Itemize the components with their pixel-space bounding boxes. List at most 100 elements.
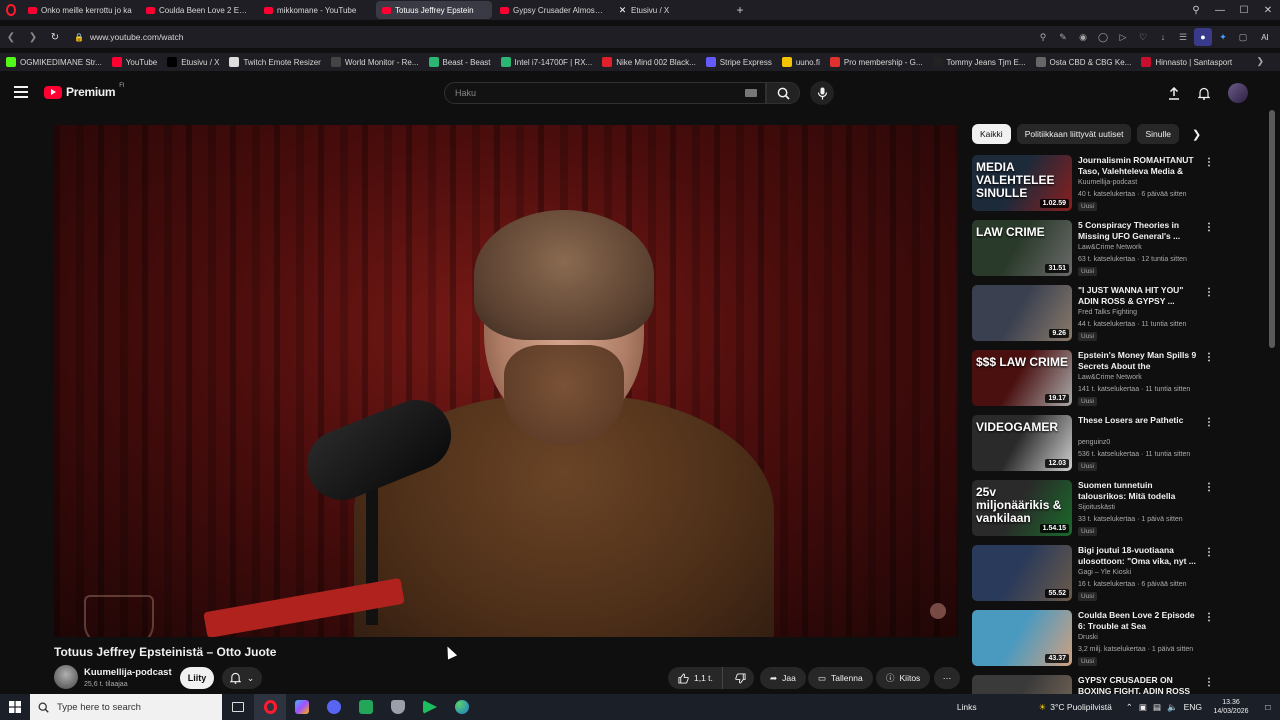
browser-tab[interactable]: Onko meille kerrottu jo ka	[22, 1, 138, 19]
bookmark-item[interactable]: Osta CBD & CBG Ke...	[1035, 57, 1131, 67]
join-button[interactable]: Liity	[180, 667, 214, 689]
subscribe-notify-button[interactable]: ⌄	[222, 667, 262, 689]
app-taskbar-icon[interactable]	[286, 694, 318, 720]
channel-avatar[interactable]	[54, 665, 78, 689]
bookmark-item[interactable]: Tommy Jeans Tjm E...	[932, 57, 1026, 67]
more-vertical-icon[interactable]: ⋮	[1204, 287, 1214, 298]
save-button[interactable]: ▭ Tallenna	[808, 667, 873, 689]
youtube-logo[interactable]: Premium FI	[44, 83, 125, 99]
recommended-video[interactable]: $$$ LAW CRIME 19.17 Epstein's Money Man Sp…	[972, 350, 1222, 410]
video-thumbnail[interactable]: 25v miljonäärikis & vankilaan 1.54.15	[972, 480, 1072, 536]
weather-text[interactable]: 3°C Puolipilvistä	[1050, 702, 1112, 712]
browser-tab[interactable]: Coulda Been Love 2 Episo	[140, 1, 256, 19]
filter-chip[interactable]: Sinulle	[1137, 124, 1179, 144]
recommended-video[interactable]: 9.26 "I JUST WANNA HIT YOU" ADIN ROSS & G…	[972, 285, 1222, 345]
keyboard-icon[interactable]	[745, 89, 757, 97]
links-toolbar[interactable]: Links	[957, 702, 977, 712]
opera-logo-icon[interactable]	[0, 0, 22, 20]
browser-tab[interactable]: mikkomane - YouTube	[258, 1, 374, 19]
more-vertical-icon[interactable]: ⋮	[1204, 677, 1214, 688]
more-vertical-icon[interactable]: ⋮	[1204, 222, 1214, 233]
dislike-button[interactable]	[728, 672, 754, 684]
clock[interactable]: 13.36 14/03/2026	[1206, 698, 1256, 716]
video-thumbnail[interactable]: 9.26	[972, 285, 1072, 341]
account-icon[interactable]: ●	[1194, 28, 1212, 46]
bookmark-item[interactable]: uuno.fi	[781, 57, 820, 67]
recommended-video-title[interactable]: "I JUST WANNA HIT YOU" ADIN ROSS & GYPSY…	[1078, 285, 1198, 307]
download-icon[interactable]: ↓	[1154, 28, 1172, 46]
url-field[interactable]: www.youtube.com/watch	[90, 32, 184, 42]
menu-icon[interactable]: ☰	[1174, 28, 1192, 46]
ai-button[interactable]: AI	[1254, 28, 1276, 46]
recommended-video-title[interactable]: Coulda Been Love 2 Episode 6: Trouble at…	[1078, 610, 1198, 632]
heart-icon[interactable]: ♡	[1134, 28, 1152, 46]
taskbar-search-input[interactable]: Type here to search	[30, 694, 222, 720]
lock-icon[interactable]: 🔒	[74, 33, 84, 42]
browser-tab[interactable]: ✕ Etusivu / X	[612, 1, 728, 19]
edge-taskbar-icon[interactable]	[446, 694, 478, 720]
forward-icon[interactable]: ❯	[22, 26, 44, 48]
video-thumbnail[interactable]: 55.52	[972, 545, 1072, 601]
filter-chip[interactable]: Kaikki	[972, 124, 1011, 144]
discord-taskbar-icon[interactable]	[318, 694, 350, 720]
more-vertical-icon[interactable]: ⋮	[1204, 547, 1214, 558]
bookmark-item[interactable]: OGMIKEDIMANE Str...	[6, 57, 102, 67]
lens-icon[interactable]: ⚲	[1034, 28, 1052, 46]
page-scrollbar[interactable]	[1269, 110, 1275, 348]
recommended-video-title[interactable]: Epstein's Money Man Spills 9 Secrets Abo…	[1078, 350, 1198, 372]
recommended-video[interactable]: 55.52 Bigi joutui 18-vuotiaana ulosottoon…	[972, 545, 1222, 605]
video-thumbnail[interactable]: 43.37	[972, 610, 1072, 666]
bookmark-item[interactable]: World Monitor - Re...	[330, 57, 419, 67]
upload-button[interactable]	[1166, 85, 1182, 101]
more-vertical-icon[interactable]: ⋮	[1204, 157, 1214, 168]
bookmark-item[interactable]: Pro membership - G...	[829, 57, 923, 67]
more-vertical-icon[interactable]: ⋮	[1204, 352, 1214, 363]
bookmark-item[interactable]: Intel i7-14700F | RX...	[500, 57, 592, 67]
recommended-video-title[interactable]: Journalismin ROMAHTANUT Taso, Valehtelev…	[1078, 155, 1198, 177]
video-thumbnail[interactable]: MEDIA VALEHTELEE SINULLE 1.02.59	[972, 155, 1072, 211]
minimize-icon[interactable]: —	[1208, 0, 1232, 20]
video-thumbnail[interactable]: LAW CRIME 31.51	[972, 220, 1072, 276]
bookmark-item[interactable]: Nike Mind 002 Black...	[602, 57, 696, 67]
bookmark-item[interactable]: Etusivu / X	[167, 57, 219, 67]
network-icon[interactable]: ▤	[1153, 702, 1161, 713]
tray-app-icon[interactable]: ▣	[1139, 702, 1147, 713]
edit-icon[interactable]: ✎	[1054, 28, 1072, 46]
voice-search-button[interactable]	[810, 81, 834, 105]
browser-tab[interactable]: Totuus Jeffrey Epstein	[376, 1, 492, 19]
new-tab-button[interactable]: +	[730, 3, 750, 17]
bookmark-item[interactable]: Hinnasto | Santasport	[1141, 57, 1232, 67]
recommended-video-title[interactable]: 5 Conspiracy Theories in Missing UFO Gen…	[1078, 220, 1198, 242]
recommended-video-title[interactable]: Bigi joutui 18-vuotiaana ulosottoon: "Om…	[1078, 545, 1198, 567]
more-vertical-icon[interactable]: ⋮	[1204, 612, 1214, 623]
camera-icon[interactable]: ◉	[1074, 28, 1092, 46]
browser-tab[interactable]: Gypsy Crusader Almost P	[494, 1, 610, 19]
more-vertical-icon[interactable]: ⋮	[1204, 482, 1214, 493]
filter-chip[interactable]: Politiikkaan liittyvät uutiset	[1016, 124, 1132, 144]
bookmark-item[interactable]: Stripe Express	[705, 57, 772, 67]
recommended-video-channel[interactable]: Fred Talks Fighting	[1078, 309, 1137, 316]
thanks-button[interactable]: ⓘ Kiitos	[876, 667, 931, 689]
language-indicator[interactable]: ENG	[1184, 702, 1202, 712]
tray-chevron-icon[interactable]: ⌃	[1126, 702, 1133, 713]
recommended-video-channel[interactable]: Kuumellija-podcast	[1078, 179, 1137, 186]
recommended-video-channel[interactable]: Law&Crime Network	[1078, 374, 1142, 381]
more-bookmarks-icon[interactable]: ❯	[1256, 56, 1264, 67]
recommended-video[interactable]: 25v miljonäärikis & vankilaan 1.54.15 Suom…	[972, 480, 1222, 540]
notification-center-icon[interactable]: □	[1256, 702, 1280, 712]
like-button[interactable]: 1,1 t.	[668, 667, 723, 689]
share-button[interactable]: ➦ Jaa	[760, 667, 806, 689]
start-button[interactable]	[0, 694, 30, 720]
recommended-video[interactable]: 43.37 Coulda Been Love 2 Episode 6: Troub…	[972, 610, 1222, 670]
bookmark-item[interactable]: Twitch Emote Resizer	[229, 57, 321, 67]
shield-icon[interactable]: ◯	[1094, 28, 1112, 46]
recommended-video-title[interactable]: Suomen tunnetuin talousrikos: Mitä todel…	[1078, 480, 1198, 502]
chat-taskbar-icon[interactable]	[350, 694, 382, 720]
recommended-video[interactable]: LAW CRIME 31.51 5 Conspiracy Theories in M…	[972, 220, 1222, 280]
video-player[interactable]	[54, 125, 958, 637]
back-icon[interactable]: ❮	[0, 26, 22, 48]
recommended-video[interactable]: MEDIA VALEHTELEE SINULLE 1.02.59 Journalis…	[972, 155, 1222, 215]
search-button[interactable]	[766, 82, 800, 104]
channel-watermark-icon[interactable]	[930, 603, 946, 619]
account-avatar[interactable]	[1228, 83, 1248, 103]
